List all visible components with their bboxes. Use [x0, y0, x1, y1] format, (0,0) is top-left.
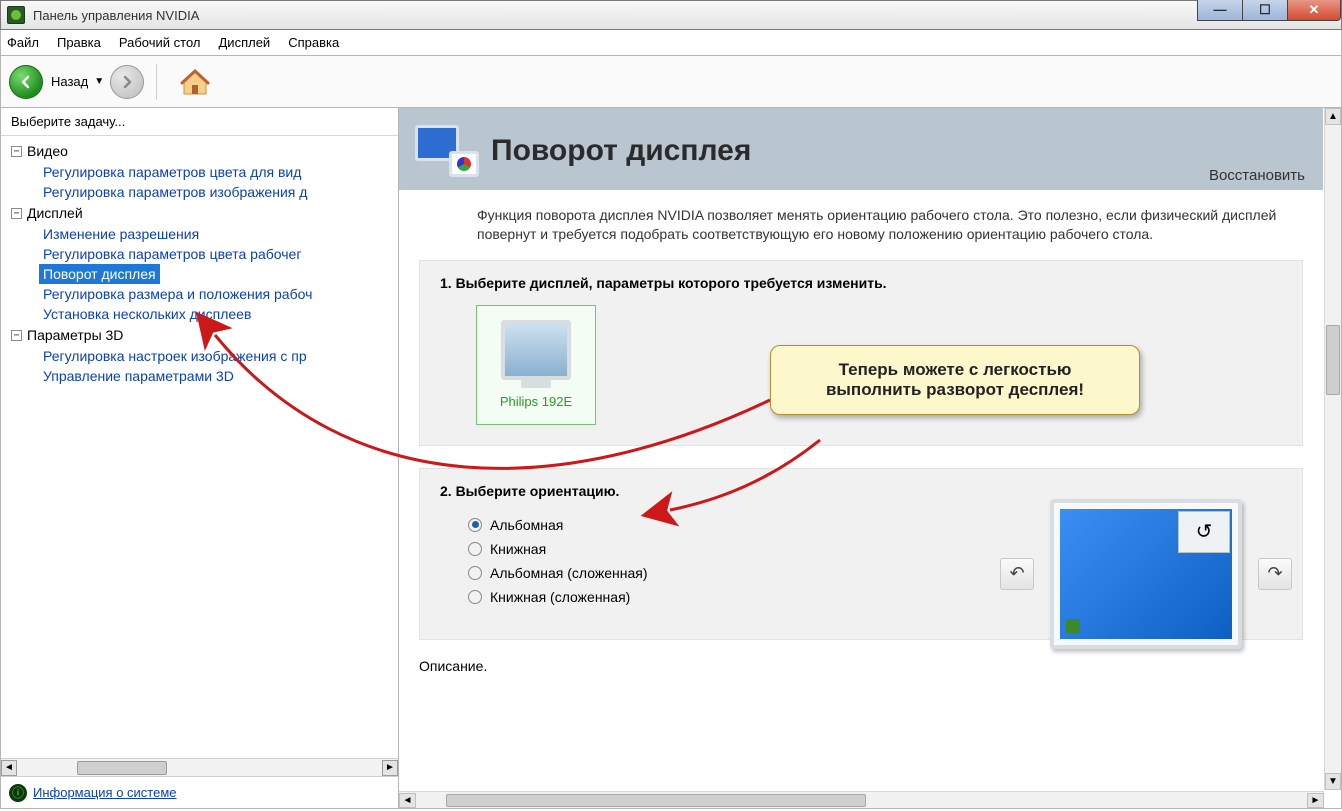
- radio-label-portrait-flipped: Книжная (сложенная): [490, 589, 630, 605]
- vscroll-thumb[interactable]: [1326, 325, 1340, 395]
- minimize-button[interactable]: —: [1197, 0, 1243, 21]
- tree-item-change-resolution[interactable]: Изменение разрешения: [39, 224, 203, 244]
- tree-category-display[interactable]: −Дисплей: [1, 202, 398, 224]
- tree-item-image-preview[interactable]: Регулировка настроек изображения с пр: [39, 346, 311, 366]
- sidebar-header: Выберите задачу...: [1, 108, 398, 136]
- page-header: Поворот дисплея Восстановить: [399, 108, 1323, 190]
- menu-help[interactable]: Справка: [288, 35, 339, 50]
- page-description: Функция поворота дисплея NVIDIA позволяе…: [399, 190, 1323, 254]
- radio-label-landscape: Альбомная: [490, 517, 563, 533]
- page-title: Поворот дисплея: [491, 134, 751, 168]
- menu-display[interactable]: Дисплей: [219, 35, 271, 50]
- tree-cat-label-3d: Параметры 3D: [27, 327, 123, 343]
- scroll-right-icon[interactable]: ►: [1307, 793, 1324, 808]
- back-dropdown-icon[interactable]: ▼: [94, 76, 104, 87]
- step2-label: 2. Выберите ориентацию.: [440, 483, 1282, 499]
- content-vscrollbar[interactable]: ▲ ▼: [1324, 108, 1341, 790]
- tree-cat-label-video: Видео: [27, 143, 68, 159]
- info-icon: ⓘ: [9, 784, 27, 802]
- hscroll-thumb[interactable]: [446, 794, 866, 807]
- tree-category-3d[interactable]: −Параметры 3D: [1, 324, 398, 346]
- radio-label-landscape-flipped: Альбомная (сложенная): [490, 565, 647, 581]
- close-button[interactable]: ✕: [1287, 0, 1341, 21]
- forward-button[interactable]: [110, 65, 144, 99]
- content-area: Поворот дисплея Восстановить Функция пов…: [399, 108, 1341, 808]
- back-label: Назад: [51, 74, 88, 89]
- collapse-icon[interactable]: −: [11, 330, 22, 341]
- step1-label: 1. Выберите дисплей, параметры которого …: [440, 275, 1282, 291]
- tree-item-rotate-display[interactable]: Поворот дисплея: [39, 264, 160, 284]
- restore-link[interactable]: Восстановить: [1209, 167, 1305, 184]
- description-label: Описание.: [419, 658, 1303, 674]
- scroll-thumb[interactable]: [77, 761, 167, 775]
- preview-monitor: ↺: [1050, 499, 1242, 649]
- scroll-right-icon[interactable]: ►: [382, 760, 398, 776]
- tree-item-video-image[interactable]: Регулировка параметров изображения д: [39, 182, 311, 202]
- radio-icon: [468, 542, 482, 556]
- scroll-up-icon[interactable]: ▲: [1325, 108, 1341, 125]
- collapse-icon[interactable]: −: [11, 208, 22, 219]
- tree-category-video[interactable]: −Видео: [1, 140, 398, 162]
- content-hscrollbar[interactable]: ◄ ►: [399, 791, 1324, 808]
- tree-item-multiple-displays[interactable]: Установка нескольких дисплеев: [39, 304, 255, 324]
- tree-item-size-position[interactable]: Регулировка размера и положения рабоч: [39, 284, 316, 304]
- menu-desktop[interactable]: Рабочий стол: [119, 35, 201, 50]
- window-controls: — ☐ ✕: [1198, 0, 1341, 21]
- maximize-button[interactable]: ☐: [1242, 0, 1288, 21]
- scroll-left-icon[interactable]: ◄: [1, 760, 17, 776]
- radio-icon: [468, 590, 482, 604]
- task-tree: −Видео Регулировка параметров цвета для …: [1, 136, 398, 758]
- toolbar: Назад ▼: [0, 56, 1342, 108]
- window-titlebar: Панель управления NVIDIA — ☐ ✕: [0, 0, 1342, 30]
- system-info-bar: ⓘ Информация о системе: [1, 776, 398, 808]
- annotation-callout: Теперь можете с легкостью выполнить разв…: [770, 345, 1140, 415]
- monitor-icon: [501, 320, 571, 380]
- toolbar-divider: [156, 64, 157, 100]
- display-name: Philips 192E: [500, 394, 572, 409]
- sidebar: Выберите задачу... −Видео Регулировка па…: [1, 108, 399, 808]
- app-icon: [7, 6, 25, 24]
- rotate-ccw-button[interactable]: ↶: [1000, 558, 1034, 590]
- preview-area: ↶ ↺ ↷: [1000, 499, 1292, 649]
- panel-step2: 2. Выберите ориентацию. Альбомная Книжна…: [419, 468, 1303, 640]
- page-header-icon: [415, 125, 479, 177]
- back-button[interactable]: [9, 65, 43, 99]
- radio-icon: [468, 518, 482, 532]
- collapse-icon[interactable]: −: [11, 146, 22, 157]
- tree-item-manage-3d[interactable]: Управление параметрами 3D: [39, 366, 238, 386]
- tree-cat-label-display: Дисплей: [27, 205, 83, 221]
- tree-item-desktop-color[interactable]: Регулировка параметров цвета рабочег: [39, 244, 305, 264]
- radio-label-portrait: Книжная: [490, 541, 546, 557]
- rotate-overlay-icon: ↺: [1178, 511, 1230, 553]
- menubar: Файл Правка Рабочий стол Дисплей Справка: [0, 30, 1342, 56]
- system-info-link[interactable]: Информация о системе: [33, 785, 177, 800]
- scroll-down-icon[interactable]: ▼: [1325, 773, 1341, 790]
- radio-icon: [468, 566, 482, 580]
- callout-text: Теперь можете с легкостью выполнить разв…: [826, 360, 1084, 399]
- display-tile[interactable]: Philips 192E: [476, 305, 596, 425]
- scroll-left-icon[interactable]: ◄: [399, 793, 416, 808]
- tree-item-video-color[interactable]: Регулировка параметров цвета для вид: [39, 162, 305, 182]
- sidebar-hscrollbar[interactable]: ◄ ►: [1, 758, 398, 776]
- window-title: Панель управления NVIDIA: [33, 8, 199, 23]
- menu-edit[interactable]: Правка: [57, 35, 101, 50]
- home-button[interactable]: [179, 66, 211, 98]
- rotate-cw-button[interactable]: ↷: [1258, 558, 1292, 590]
- menu-file[interactable]: Файл: [7, 35, 39, 50]
